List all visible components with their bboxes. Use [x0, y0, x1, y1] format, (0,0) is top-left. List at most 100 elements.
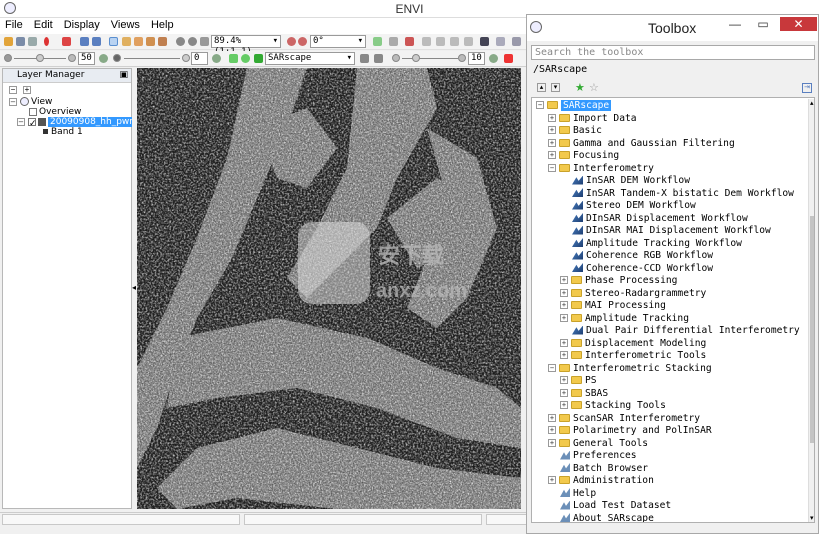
- collapse-icon[interactable]: −: [536, 101, 544, 109]
- tree-node[interactable]: + Import Data: [548, 113, 637, 125]
- layer-band-row[interactable]: Band 1: [43, 127, 83, 137]
- collapse-arrow-icon[interactable]: ◂: [132, 283, 136, 292]
- brightness-field[interactable]: 50: [78, 52, 95, 65]
- tree-node[interactable]: − Interferometric Stacking: [548, 363, 712, 375]
- tree-node[interactable]: + Basic: [548, 125, 602, 137]
- overview-checkbox[interactable]: [29, 107, 37, 116]
- expand-icon[interactable]: +: [548, 113, 556, 122]
- expand-icon[interactable]: +: [560, 351, 568, 359]
- pin-icon[interactable]: [44, 37, 49, 46]
- scroll-up-icon[interactable]: ▴: [810, 99, 814, 107]
- tree-node[interactable]: + ScanSAR Interferometry: [548, 413, 700, 425]
- collapse-icon[interactable]: −: [548, 163, 556, 172]
- tree-node[interactable]: + Interferometric Tools: [560, 350, 706, 362]
- expand-icon[interactable]: +: [548, 413, 556, 422]
- tree-node[interactable]: + Stacking Tools: [560, 400, 666, 412]
- expand-icon[interactable]: +: [560, 276, 568, 284]
- chip-icon[interactable]: [512, 37, 521, 46]
- print-icon[interactable]: [28, 37, 37, 46]
- crosshair-icon[interactable]: [62, 37, 71, 46]
- tree-node[interactable]: Batch Browser: [548, 463, 648, 475]
- collapse-icon[interactable]: −: [9, 97, 17, 106]
- tree-node[interactable]: InSAR Tandem-X bistatic Dem Workflow: [560, 188, 794, 200]
- expand-icon[interactable]: +: [548, 138, 556, 147]
- tree-node[interactable]: About SARscape: [548, 513, 654, 522]
- tree-node[interactable]: Load Test Dataset: [548, 500, 671, 512]
- sharpen-reset-icon[interactable]: [458, 54, 466, 62]
- contrast-slider-handle[interactable]: [182, 54, 190, 62]
- expand-icon[interactable]: +: [560, 288, 568, 297]
- cross-icon-1[interactable]: [422, 37, 431, 46]
- tree-node[interactable]: + Gamma and Gaussian Filtering: [548, 138, 735, 150]
- zoom-out-icon[interactable]: [188, 37, 197, 46]
- tree-node[interactable]: Stereo DEM Workflow: [560, 200, 696, 212]
- rotate-left-icon[interactable]: [298, 37, 307, 46]
- collapse-icon[interactable]: −: [17, 117, 25, 126]
- tree-node[interactable]: Amplitude Tracking Workflow: [560, 238, 742, 250]
- menu-display[interactable]: Display: [59, 18, 106, 34]
- minimize-icon[interactable]: —: [725, 17, 745, 31]
- sharpen-slider-handle[interactable]: [412, 54, 420, 62]
- tree-node[interactable]: − SARscape: [536, 100, 612, 112]
- brightness-slider-handle[interactable]: [36, 54, 44, 62]
- brightness-reset-icon[interactable]: [68, 54, 76, 62]
- expand-icon[interactable]: +: [560, 401, 568, 409]
- tree-scrollbar[interactable]: ▴ ▾: [808, 99, 814, 522]
- sharpen-slider-track[interactable]: [402, 58, 458, 59]
- tree-node[interactable]: + Displacement Modeling: [560, 338, 706, 350]
- fixed-zoom-icon[interactable]: [200, 37, 209, 46]
- histogram-icon[interactable]: [374, 54, 383, 63]
- expand-icon[interactable]: +: [548, 476, 556, 484]
- select-arrow-icon[interactable]: [109, 37, 118, 46]
- refresh-icon[interactable]: [373, 37, 382, 46]
- tree-node[interactable]: − Interferometry: [548, 163, 654, 175]
- menu-views[interactable]: Views: [106, 18, 146, 34]
- tree-node[interactable]: DInSAR MAI Displacement Workflow: [560, 225, 771, 237]
- collapse-all-icon[interactable]: −: [9, 86, 17, 94]
- tree-node[interactable]: Help: [548, 488, 596, 500]
- panel-pin-icon[interactable]: ▣: [119, 70, 128, 80]
- expand-icon[interactable]: +: [560, 388, 568, 397]
- maximize-icon[interactable]: ▭: [753, 17, 773, 31]
- tree-node[interactable]: + General Tools: [548, 438, 648, 450]
- expand-icon[interactable]: +: [548, 438, 556, 447]
- expand-icon[interactable]: +: [548, 426, 556, 434]
- cross-icon-2[interactable]: [436, 37, 445, 46]
- open-icon[interactable]: [4, 37, 13, 46]
- cross-icon-3[interactable]: [450, 37, 459, 46]
- layer-overview-row[interactable]: Overview: [29, 107, 81, 117]
- collapse-icon[interactable]: −: [548, 363, 556, 372]
- contrast-field[interactable]: 0: [191, 52, 208, 65]
- redo-icon[interactable]: [92, 37, 101, 46]
- pan-icon[interactable]: [122, 37, 131, 46]
- keyboard-icon[interactable]: [480, 37, 489, 46]
- sync-icon[interactable]: [241, 54, 250, 63]
- tree-node[interactable]: + Administration: [548, 475, 654, 487]
- reset-icon[interactable]: [212, 54, 221, 63]
- contrast-slider-track[interactable]: [124, 58, 180, 59]
- rotate-view-icon[interactable]: [287, 37, 296, 46]
- expand-icon[interactable]: +: [560, 313, 568, 322]
- tree-node[interactable]: + SBAS: [560, 388, 608, 400]
- add-favorite-icon[interactable]: ★: [575, 81, 585, 94]
- annotation-icon[interactable]: [405, 37, 414, 46]
- tree-node[interactable]: InSAR DEM Workflow: [560, 175, 690, 187]
- rotation-select[interactable]: 0° ▾: [310, 35, 366, 48]
- cross-icon-4[interactable]: [464, 37, 473, 46]
- measure-icon[interactable]: [496, 37, 505, 46]
- rotate-icon[interactable]: [158, 37, 167, 46]
- scroll-thumb[interactable]: [810, 216, 814, 443]
- expand-icon[interactable]: +: [548, 151, 556, 159]
- menu-edit[interactable]: Edit: [29, 18, 59, 34]
- layer-raster-row[interactable]: − ✓ 20090908_hh_pwr: [17, 117, 135, 129]
- tree-node[interactable]: + PS: [560, 375, 597, 387]
- layer-select[interactable]: SARscape ▾: [265, 52, 355, 65]
- tree-node[interactable]: + Polarimetry and PolInSAR: [548, 425, 712, 437]
- expand-icon[interactable]: +: [560, 376, 568, 384]
- reset-icon[interactable]: [99, 54, 108, 63]
- tree-node[interactable]: Preferences: [548, 450, 637, 462]
- tree-node[interactable]: + MAI Processing: [560, 300, 666, 312]
- menu-file[interactable]: File: [0, 18, 29, 34]
- expand-icon[interactable]: +: [560, 301, 568, 309]
- sharpen-field[interactable]: 10: [468, 52, 485, 65]
